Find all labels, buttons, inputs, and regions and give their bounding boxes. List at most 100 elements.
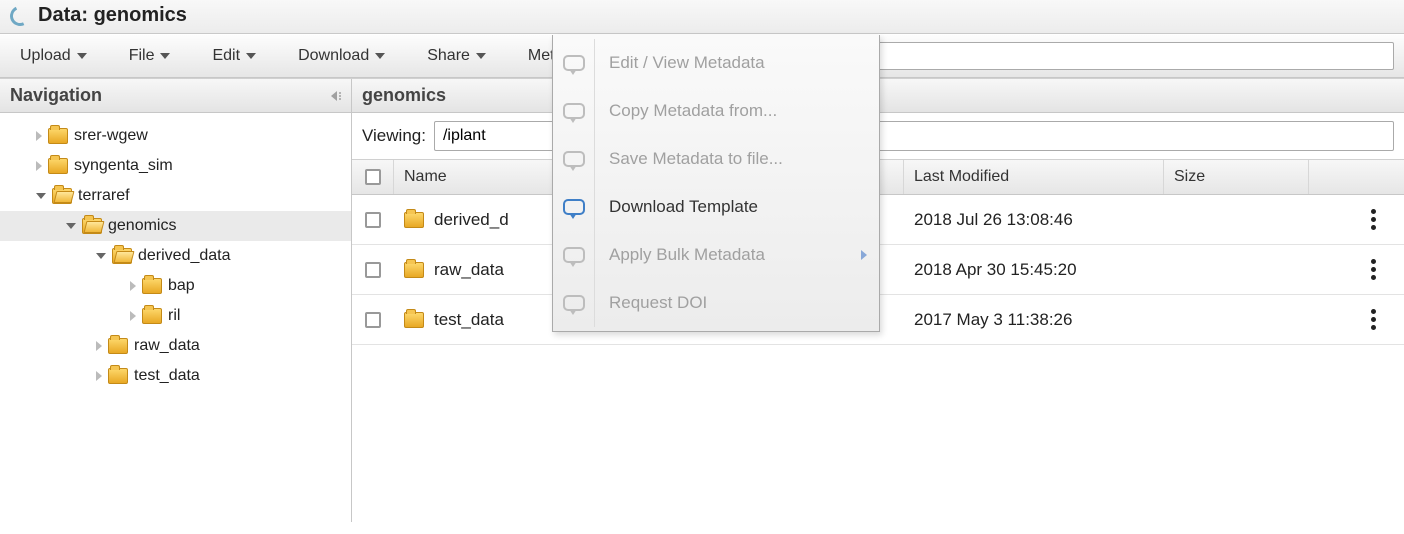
expand-icon[interactable] <box>36 161 42 171</box>
kebab-icon <box>1371 259 1376 280</box>
handle-icon <box>339 92 341 100</box>
download-menu-button[interactable]: Download <box>288 41 395 71</box>
collapse-icon[interactable] <box>36 193 46 199</box>
folder-icon <box>142 278 162 294</box>
tree-label: srer-wgew <box>74 127 148 145</box>
row-checkbox[interactable] <box>352 262 394 278</box>
folder-open-icon <box>82 218 102 234</box>
tree-node-derived-data[interactable]: derived_data <box>0 241 351 271</box>
row-modified-cell: 2018 Apr 30 15:45:20 <box>904 260 1164 280</box>
chevron-down-icon <box>160 53 170 59</box>
tree-node-raw-data[interactable]: raw_data <box>0 331 351 361</box>
checkbox-icon <box>365 212 381 228</box>
row-actions-button[interactable] <box>1309 309 1404 330</box>
tree-node-genomics[interactable]: genomics <box>0 211 351 241</box>
tree-label: test_data <box>134 367 200 385</box>
edit-label: Edit <box>212 47 240 65</box>
chevron-down-icon <box>375 53 385 59</box>
row-name: test_data <box>434 310 504 330</box>
menu-item-download-template[interactable]: Download Template <box>553 183 879 231</box>
folder-icon <box>404 212 424 228</box>
tree-node-bap[interactable]: bap <box>0 271 351 301</box>
share-label: Share <box>427 47 470 65</box>
menu-item-edit-metadata: Edit / View Metadata <box>553 39 879 87</box>
row-actions-button[interactable] <box>1309 259 1404 280</box>
folder-icon <box>142 308 162 324</box>
file-menu-button[interactable]: File <box>119 41 181 71</box>
select-all-checkbox[interactable] <box>352 160 394 194</box>
checkbox-icon <box>365 262 381 278</box>
chevron-left-icon <box>331 91 337 101</box>
column-header-size[interactable]: Size <box>1164 160 1309 194</box>
comment-icon <box>563 151 585 167</box>
tree-label: raw_data <box>134 337 200 355</box>
tree-node-syngenta-sim[interactable]: syngenta_sim <box>0 151 351 181</box>
navigation-title: Navigation <box>10 85 102 106</box>
metadata-dropdown-menu: Edit / View Metadata Copy Metadata from.… <box>552 35 880 332</box>
tree-label: syngenta_sim <box>74 157 173 175</box>
column-header-modified[interactable]: Last Modified <box>904 160 1164 194</box>
chevron-right-icon <box>861 250 867 260</box>
window-title: Data: genomics <box>38 4 187 27</box>
tree-node-ril[interactable]: ril <box>0 301 351 331</box>
folder-open-icon <box>112 248 132 264</box>
tree-label: bap <box>168 277 195 295</box>
column-header-actions <box>1309 160 1404 194</box>
expand-icon[interactable] <box>130 311 136 321</box>
kebab-icon <box>1371 309 1376 330</box>
comment-icon <box>563 55 585 71</box>
share-menu-button[interactable]: Share <box>417 41 496 71</box>
chevron-down-icon <box>77 53 87 59</box>
content-title: genomics <box>362 85 446 106</box>
kebab-icon <box>1371 209 1376 230</box>
comment-icon <box>563 295 585 311</box>
comment-icon <box>563 199 585 215</box>
folder-icon <box>48 158 68 174</box>
upload-menu-button[interactable]: Upload <box>10 41 97 71</box>
navigation-header: Navigation <box>0 79 351 113</box>
tree-label: genomics <box>108 217 176 235</box>
folder-icon <box>48 128 68 144</box>
expand-icon[interactable] <box>96 341 102 351</box>
tree-node-srer-wgew[interactable]: srer-wgew <box>0 121 351 151</box>
comment-icon <box>563 247 585 263</box>
row-modified-cell: 2018 Jul 26 13:08:46 <box>904 210 1164 230</box>
menu-item-save-metadata: Save Metadata to file... <box>553 135 879 183</box>
folder-icon <box>404 312 424 328</box>
checkbox-icon <box>365 169 381 185</box>
upload-label: Upload <box>20 47 71 65</box>
title-bar: Data: genomics <box>0 0 1404 34</box>
collapse-icon[interactable] <box>66 223 76 229</box>
app-logo-icon <box>7 3 33 29</box>
menu-item-copy-metadata: Copy Metadata from... <box>553 87 879 135</box>
comment-icon <box>563 103 585 119</box>
row-checkbox[interactable] <box>352 212 394 228</box>
row-actions-button[interactable] <box>1309 209 1404 230</box>
row-name: raw_data <box>434 260 504 280</box>
expand-icon[interactable] <box>96 371 102 381</box>
expand-icon[interactable] <box>130 281 136 291</box>
menu-item-request-doi: Request DOI <box>553 279 879 327</box>
folder-tree: srer-wgew syngenta_sim terraref genomics <box>0 113 351 399</box>
expand-icon[interactable] <box>36 131 42 141</box>
row-checkbox[interactable] <box>352 312 394 328</box>
tree-label: ril <box>168 307 180 325</box>
folder-open-icon <box>52 188 72 204</box>
collapse-icon[interactable] <box>96 253 106 259</box>
tree-label: derived_data <box>138 247 231 265</box>
tree-label: terraref <box>78 187 130 205</box>
folder-icon <box>108 368 128 384</box>
row-name: derived_d <box>434 210 509 230</box>
chevron-down-icon <box>246 53 256 59</box>
edit-menu-button[interactable]: Edit <box>202 41 266 71</box>
navigation-panel: Navigation srer-wgew syngenta_sim terrar… <box>0 79 352 522</box>
folder-icon <box>108 338 128 354</box>
row-modified-cell: 2017 May 3 11:38:26 <box>904 310 1164 330</box>
download-label: Download <box>298 47 369 65</box>
menu-item-apply-bulk-metadata: Apply Bulk Metadata <box>553 231 879 279</box>
tree-node-terraref[interactable]: terraref <box>0 181 351 211</box>
tree-node-test-data[interactable]: test_data <box>0 361 351 391</box>
collapse-panel-button[interactable] <box>331 91 341 101</box>
viewing-label: Viewing: <box>362 126 426 146</box>
checkbox-icon <box>365 312 381 328</box>
